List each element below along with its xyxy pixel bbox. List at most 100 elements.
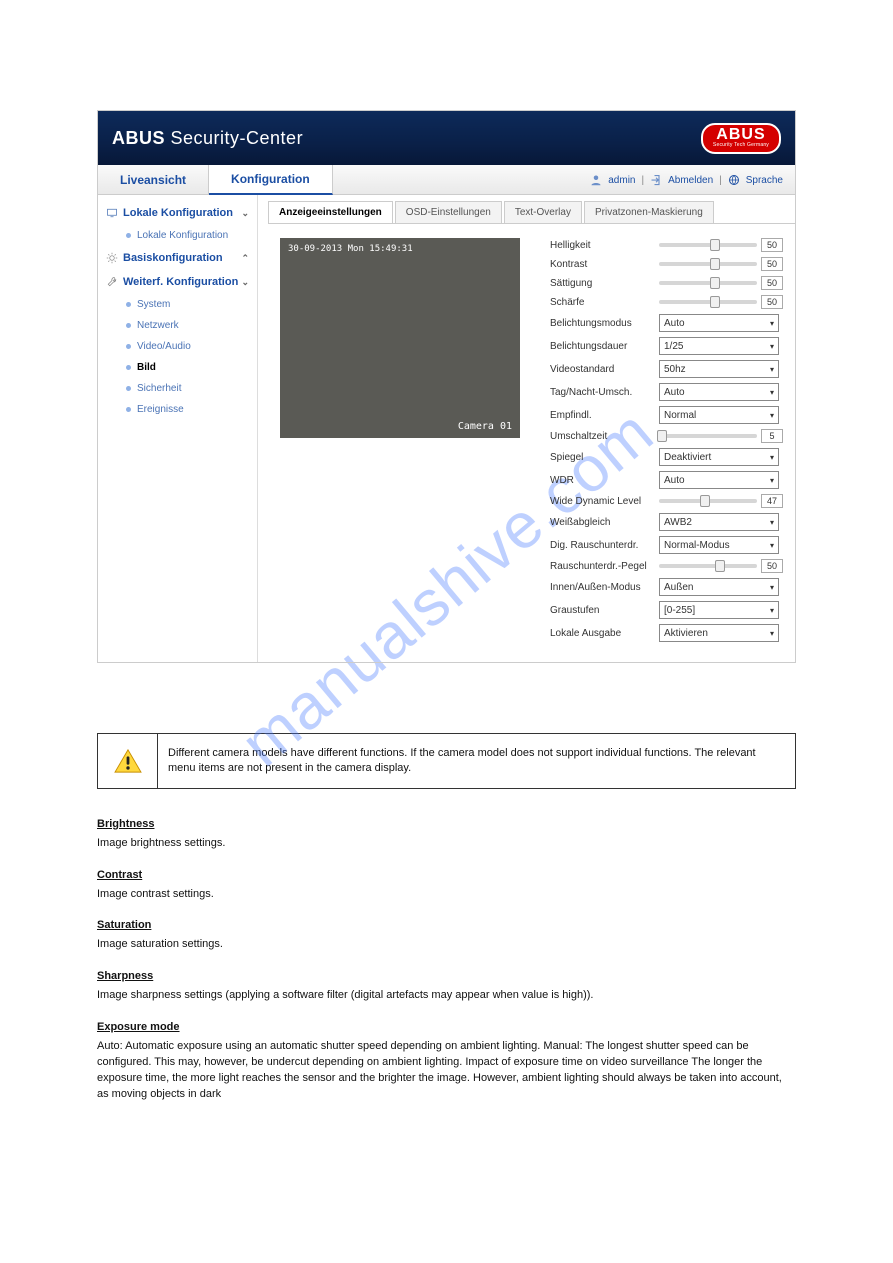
slider-wdl[interactable] [659, 499, 757, 503]
bullet-icon [126, 233, 131, 238]
logout-link[interactable]: Abmelden [668, 175, 713, 186]
tab-osd-settings[interactable]: OSD-Einstellungen [395, 201, 502, 223]
sidebar-item-label: Video/Audio [137, 341, 191, 352]
tab-text-overlay[interactable]: Text-Overlay [504, 201, 582, 223]
select-dnr[interactable]: Normal-Modus ▾ [659, 536, 779, 554]
warning-icon-cell [98, 734, 158, 788]
body-contrast: Image contrast settings. [97, 888, 214, 900]
value-switchtime[interactable]: 5 [761, 429, 783, 443]
sidebar-item-image[interactable]: Bild [98, 357, 257, 378]
value-wdl[interactable]: 47 [761, 494, 783, 508]
label-dnr: Dig. Rauschunterdr. [550, 540, 655, 551]
sidebar: Lokale Konfiguration ⌄ Lokale Konfigurat… [98, 195, 258, 662]
slider-switchtime[interactable] [659, 434, 757, 438]
section-contrast: Contrast Image contrast settings. [97, 868, 796, 903]
row-localout: Lokale Ausgabe Aktivieren ▾ [550, 624, 783, 642]
slider-saturation[interactable] [659, 281, 757, 285]
select-exposure-mode[interactable]: Auto▾ [659, 314, 779, 332]
slider-brightness[interactable] [659, 243, 757, 247]
value-dnr-level[interactable]: 50 [761, 559, 783, 573]
chevron-down-icon: ▾ [770, 342, 774, 351]
user-icon [590, 174, 602, 186]
select-value: Normal-Modus [664, 540, 730, 551]
sidebar-item-label: Netzwerk [137, 320, 179, 331]
video-preview: 30-09-2013 Mon 15:49:31 Camera 01 [280, 238, 520, 438]
info-note-text: Different camera models have different f… [158, 734, 795, 788]
sidebar-group-local-label: Lokale Konfiguration [123, 207, 233, 219]
userbar-sep-2: | [719, 175, 722, 186]
bullet-icon [126, 386, 131, 391]
label-inout: Innen/Außen-Modus [550, 582, 655, 593]
body-brightness: Image brightness settings. [97, 837, 225, 849]
sidebar-group-local[interactable]: Lokale Konfiguration ⌄ [98, 201, 257, 225]
label-exposure-time: Belichtungsdauer [550, 341, 655, 352]
sidebar-item-video-audio[interactable]: Video/Audio [98, 336, 257, 357]
sidebar-item-events[interactable]: Ereignisse [98, 399, 257, 420]
bullet-icon [126, 365, 131, 370]
row-dnr: Dig. Rauschunterdr. Normal-Modus ▾ [550, 536, 783, 554]
label-videostandard: Videostandard [550, 364, 655, 375]
tab-privacy-mask[interactable]: Privatzonen-Maskierung [584, 201, 714, 223]
heading-contrast: Contrast [97, 868, 142, 884]
chevron-down-icon: ▾ [770, 518, 774, 527]
globe-icon [728, 174, 740, 186]
sidebar-item-security[interactable]: Sicherheit [98, 378, 257, 399]
tab-display-settings[interactable]: Anzeigeeinstellungen [268, 201, 393, 223]
sidebar-group-advanced[interactable]: Weiterf. Konfiguration ⌄ [98, 270, 257, 294]
row-dnr-level: Rauschunterdr.-Pegel 50 [550, 559, 783, 573]
slider-dnr-level[interactable] [659, 564, 757, 568]
row-daynight: Tag/Nacht-Umsch. Auto ▾ [550, 383, 783, 401]
value-brightness[interactable]: 50 [761, 238, 783, 252]
value-saturation[interactable]: 50 [761, 276, 783, 290]
slider-sharpness[interactable] [659, 300, 757, 304]
sidebar-item-network[interactable]: Netzwerk [98, 315, 257, 336]
sidebar-item-label: Ereignisse [137, 404, 184, 415]
app-window: ABUS Security-Center ABUS Security Tech … [97, 110, 796, 663]
language-link[interactable]: Sprache [746, 175, 783, 186]
label-localout: Lokale Ausgabe [550, 628, 655, 639]
app-title: ABUS Security-Center [112, 128, 303, 149]
sidebar-item-system[interactable]: System [98, 294, 257, 315]
slider-contrast[interactable] [659, 262, 757, 266]
select-value: Außen [664, 582, 693, 593]
chevron-down-icon: ▾ [770, 629, 774, 638]
chevron-down-icon: ▾ [770, 319, 774, 328]
select-value: Auto [664, 387, 685, 398]
select-whitebalance[interactable]: AWB2▾ [659, 513, 779, 531]
label-daynight: Tag/Nacht-Umsch. [550, 387, 655, 398]
tab-liveview[interactable]: Liveansicht [98, 165, 209, 194]
value-sharpness[interactable]: 50 [761, 295, 783, 309]
chevron-down-icon: ▾ [770, 541, 774, 550]
sidebar-group-basic[interactable]: Basiskonfiguration ⌃ [98, 246, 257, 270]
select-daynight[interactable]: Auto ▾ [659, 383, 779, 401]
select-value: Aktivieren [664, 628, 708, 639]
brand-logo: ABUS Security Tech Germany [701, 123, 781, 154]
select-mirror[interactable]: Deaktiviert▾ [659, 448, 779, 466]
select-videostandard[interactable]: 50hz▾ [659, 360, 779, 378]
chevron-down-icon: ▾ [770, 411, 774, 420]
app-body: Lokale Konfiguration ⌄ Lokale Konfigurat… [98, 195, 795, 662]
sidebar-item-label: Sicherheit [137, 383, 181, 394]
body-sharpness: Image sharpness settings (applying a sof… [97, 989, 593, 1001]
select-wdr[interactable]: Auto▾ [659, 471, 779, 489]
value-contrast[interactable]: 50 [761, 257, 783, 271]
sidebar-item-label: Bild [137, 362, 156, 373]
row-sharpness: Schärfe 50 [550, 295, 783, 309]
select-inout[interactable]: Außen▾ [659, 578, 779, 596]
tab-configuration[interactable]: Konfiguration [209, 165, 333, 195]
info-note-box: Different camera models have different f… [97, 733, 796, 789]
settings-panel: 30-09-2013 Mon 15:49:31 Camera 01 Hellig… [268, 224, 795, 656]
select-localout[interactable]: Aktivieren ▾ [659, 624, 779, 642]
row-sensitivity: Empfindl.Normal▾ [550, 406, 783, 424]
sidebar-item-local-config[interactable]: Lokale Konfiguration [98, 225, 257, 246]
app-header: ABUS Security-Center ABUS Security Tech … [98, 111, 795, 165]
select-sensitivity[interactable]: Normal▾ [659, 406, 779, 424]
section-saturation: Saturation Image saturation settings. [97, 918, 796, 953]
sidebar-item-label: System [137, 299, 170, 310]
chevron-down-icon: ▾ [770, 388, 774, 397]
select-exposure-time[interactable]: 1/25▾ [659, 337, 779, 355]
label-saturation: Sättigung [550, 278, 655, 289]
select-greyscale[interactable]: [0-255]▾ [659, 601, 779, 619]
label-contrast: Kontrast [550, 259, 655, 270]
user-name[interactable]: admin [608, 175, 635, 186]
